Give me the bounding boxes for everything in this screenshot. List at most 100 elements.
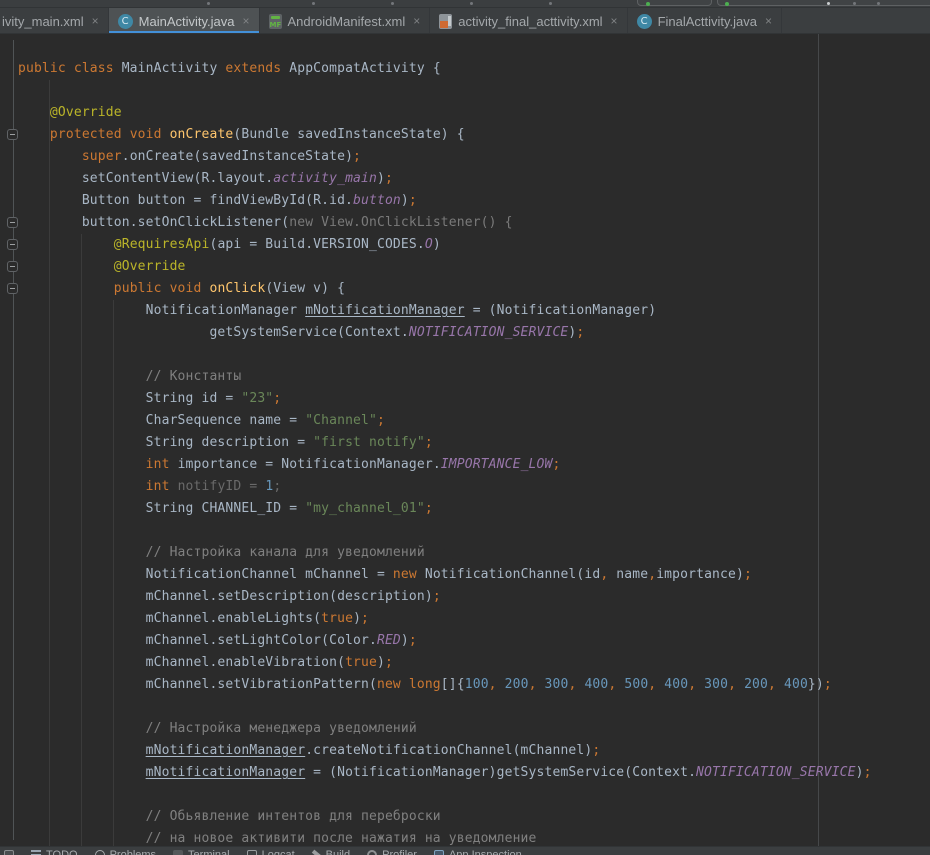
- code-line[interactable]: mChannel.enableVibration(true);: [18, 652, 872, 674]
- code-line[interactable]: String id = "23";: [18, 388, 872, 410]
- tab-close-icon[interactable]: ×: [611, 15, 618, 27]
- tool-window-label: Problems: [110, 849, 156, 855]
- toolbar-icon-clipped: [549, 2, 552, 5]
- logcat-icon: [247, 850, 257, 855]
- code-area[interactable]: public class MainActivity extends AppCom…: [0, 34, 872, 846]
- code-line[interactable]: public void onClick(View v) {: [18, 278, 872, 300]
- tab-close-icon[interactable]: ×: [242, 15, 249, 27]
- layout-file-icon: [439, 14, 452, 29]
- tool-window-button-build[interactable]: Build: [312, 849, 350, 855]
- class-file-icon: C: [118, 14, 133, 29]
- tool-window-label: Build: [326, 849, 350, 855]
- editor-tab-bar: ivity_main.xml × C MainActivity.java × MF Andr…: [0, 8, 930, 34]
- problems-icon: [95, 850, 105, 855]
- fold-marker-icon[interactable]: [7, 239, 18, 250]
- code-line[interactable]: mNotificationManager = (NotificationMana…: [18, 762, 872, 784]
- tool-window-bar: TODO Problems Terminal Logcat Build Profiler A…: [0, 846, 930, 855]
- code-line[interactable]: mChannel.setVibrationPattern(new long[]{…: [18, 674, 872, 696]
- toolbar-icon-clipped: [470, 2, 473, 5]
- code-line[interactable]: @Override: [18, 256, 872, 278]
- code-line[interactable]: // Настройка канала для уведомлений: [18, 542, 872, 564]
- code-line[interactable]: [18, 784, 872, 806]
- tool-window-label: App Inspection: [449, 849, 522, 855]
- tab-activity-final-acttivity-xml[interactable]: activity_final_acttivity.xml ×: [430, 8, 627, 34]
- code-line[interactable]: String CHANNEL_ID = "my_channel_01";: [18, 498, 872, 520]
- tab-close-icon[interactable]: ×: [92, 15, 99, 27]
- code-line[interactable]: mChannel.setLightColor(Color.RED);: [18, 630, 872, 652]
- tool-window-button-logcat[interactable]: Logcat: [247, 849, 295, 855]
- toolbar-icon-clipped: [207, 2, 210, 5]
- todo-list-icon: [31, 850, 41, 855]
- tab-label: AndroidManifest.xml: [288, 14, 406, 29]
- tab-mainactivity-java[interactable]: C MainActivity.java ×: [109, 8, 260, 34]
- tool-window-button-profiler[interactable]: Profiler: [367, 849, 417, 855]
- tool-window-label: Logcat: [262, 849, 295, 855]
- code-line[interactable]: // Константы: [18, 366, 872, 388]
- fold-marker-icon[interactable]: [7, 261, 18, 272]
- code-line[interactable]: [18, 80, 872, 102]
- code-line[interactable]: [18, 344, 872, 366]
- tab-finalacttivity-java[interactable]: C FinalActtivity.java ×: [628, 8, 782, 34]
- code-line[interactable]: String description = "first notify";: [18, 432, 872, 454]
- tab-label: MainActivity.java: [139, 14, 235, 29]
- fold-marker-icon[interactable]: [7, 283, 18, 294]
- toolbar-icon-clipped: [853, 2, 856, 5]
- code-line[interactable]: // Обьявление интентов для переброски: [18, 806, 872, 828]
- code-line[interactable]: // на новое активити после нажатия на ув…: [18, 828, 872, 846]
- toolbar-icon-clipped: [312, 2, 315, 5]
- code-line[interactable]: [18, 696, 872, 718]
- tool-window-label: Terminal: [188, 849, 230, 855]
- build-hammer-icon: [311, 850, 320, 855]
- code-line[interactable]: protected void onCreate(Bundle savedInst…: [18, 124, 872, 146]
- code-line[interactable]: super.onCreate(savedInstanceState);: [18, 146, 872, 168]
- code-line[interactable]: mChannel.setDescription(description);: [18, 586, 872, 608]
- code-line[interactable]: [18, 520, 872, 542]
- code-line[interactable]: mNotificationManager.createNotificationC…: [18, 740, 872, 762]
- code-line[interactable]: // Настройка менеджера уведомлений: [18, 718, 872, 740]
- tab-close-icon[interactable]: ×: [765, 15, 772, 27]
- tool-window-label: Profiler: [382, 849, 417, 855]
- code-line[interactable]: CharSequence name = "Channel";: [18, 410, 872, 432]
- terminal-icon: [173, 850, 183, 855]
- code-line[interactable]: mChannel.enableLights(true);: [18, 608, 872, 630]
- window-stripe-icon[interactable]: [4, 850, 14, 855]
- code-line[interactable]: int importance = NotificationManager.IMP…: [18, 454, 872, 476]
- code-line[interactable]: public class MainActivity extends AppCom…: [18, 58, 872, 80]
- manifest-file-icon: MF: [269, 14, 282, 29]
- code-line[interactable]: button.setOnClickListener(new View.OnCli…: [18, 212, 872, 234]
- tab-close-icon[interactable]: ×: [413, 15, 420, 27]
- tool-window-button-app-inspection[interactable]: App Inspection: [434, 849, 522, 855]
- fold-marker-icon[interactable]: [7, 129, 18, 140]
- code-line[interactable]: setContentView(R.layout.activity_main);: [18, 168, 872, 190]
- code-line[interactable]: int notifyID = 1;: [18, 476, 872, 498]
- tool-window-button-todo[interactable]: TODO: [31, 849, 78, 855]
- toolbar-icon-clipped: [827, 2, 830, 5]
- tool-window-buttons: TODO Problems Terminal Logcat Build Profiler A…: [0, 849, 522, 855]
- android-studio-window: ivity_main.xml × C MainActivity.java × MF Andr…: [0, 0, 930, 855]
- tab-ivity-main-xml[interactable]: ivity_main.xml ×: [0, 8, 109, 34]
- device-selector-box-clipped[interactable]: [717, 0, 930, 6]
- tab-label: FinalActtivity.java: [658, 14, 757, 29]
- main-toolbar-clipped: [0, 0, 930, 8]
- tab-label: ivity_main.xml: [2, 14, 84, 29]
- tab-androidmanifest-xml[interactable]: MF AndroidManifest.xml ×: [260, 8, 431, 34]
- green-status-dot: [725, 2, 729, 6]
- code-line[interactable]: NotificationChannel mChannel = new Notif…: [18, 564, 872, 586]
- tool-window-button-terminal[interactable]: Terminal: [173, 849, 230, 855]
- class-file-icon: C: [637, 14, 652, 29]
- code-line[interactable]: getSystemService(Context.NOTIFICATION_SE…: [18, 322, 872, 344]
- code-line[interactable]: @RequiresApi(api = Build.VERSION_CODES.O…: [18, 234, 872, 256]
- code-line[interactable]: NotificationManager mNotificationManager…: [18, 300, 872, 322]
- green-status-dot: [646, 2, 650, 6]
- tab-label: activity_final_acttivity.xml: [458, 14, 602, 29]
- profiler-icon: [367, 850, 377, 855]
- toolbar-icon-clipped: [877, 2, 880, 5]
- fold-marker-icon[interactable]: [7, 217, 18, 228]
- toolbar-icon-clipped: [391, 2, 394, 5]
- code-line[interactable]: @Override: [18, 102, 872, 124]
- tool-window-button-problems[interactable]: Problems: [95, 849, 156, 855]
- code-editor[interactable]: public class MainActivity extends AppCom…: [0, 34, 930, 846]
- app-inspection-icon: [434, 850, 444, 855]
- code-line[interactable]: Button button = findViewById(R.id.button…: [18, 190, 872, 212]
- tool-window-label: TODO: [46, 849, 78, 855]
